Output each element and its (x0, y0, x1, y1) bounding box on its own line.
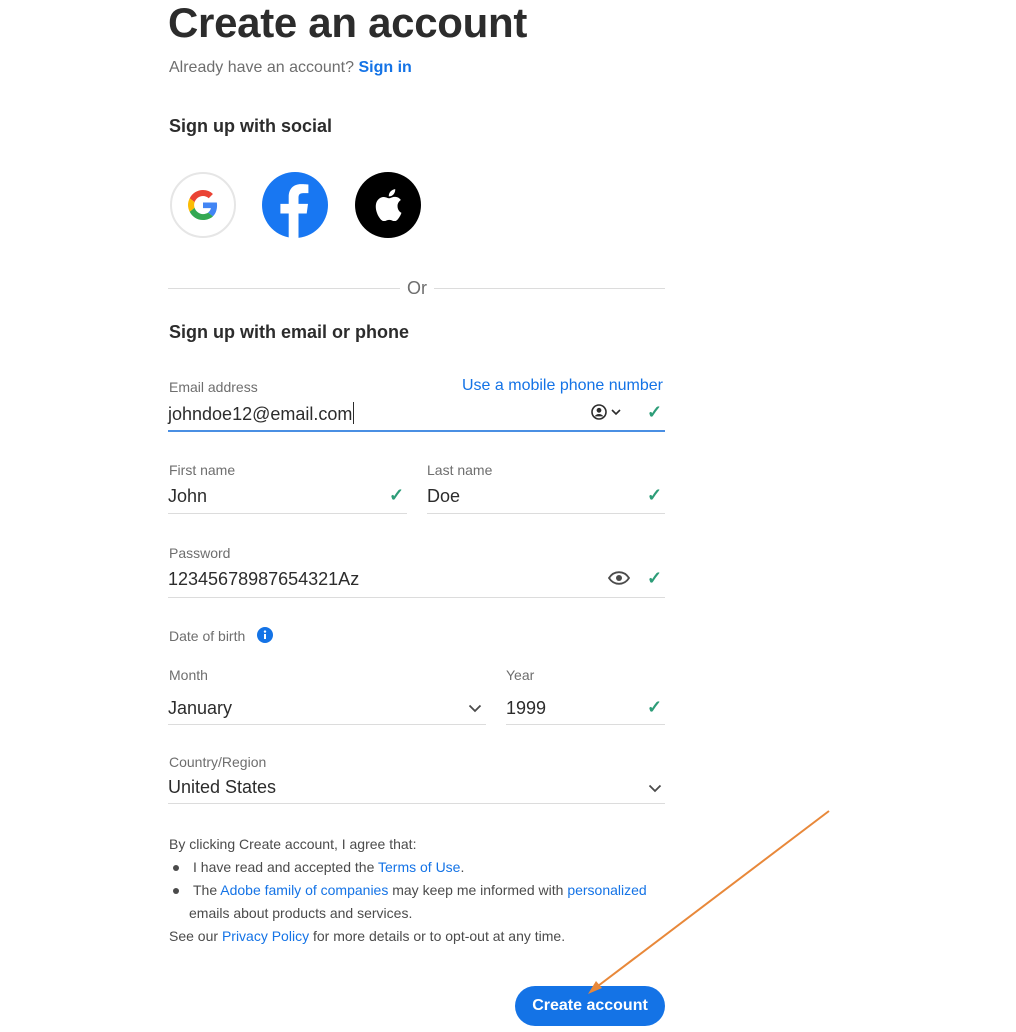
sign-in-link[interactable]: Sign in (358, 59, 411, 76)
create-account-button[interactable]: Create account (515, 986, 665, 1026)
chevron-down-icon (611, 408, 621, 415)
last-name-underline (427, 513, 665, 514)
check-icon: ✓ (647, 568, 663, 588)
google-signup-button[interactable] (170, 172, 236, 238)
last-name-label: Last name (427, 462, 493, 478)
dob-label: Date of birth (169, 628, 246, 644)
year-underline (506, 724, 665, 725)
month-select[interactable]: January (168, 692, 486, 724)
legal-bullet-terms: I have read and accepted the Terms of Us… (169, 856, 647, 879)
first-name-field[interactable]: John (168, 486, 207, 507)
check-icon: ✓ (647, 485, 663, 505)
bullet-dot (173, 888, 179, 895)
show-password-button[interactable] (607, 571, 631, 590)
legal-intro: By clicking Create account, I agree that… (169, 836, 417, 852)
country-select[interactable]: United States (168, 770, 665, 802)
first-name-underline (168, 513, 407, 514)
first-name-label: First name (169, 462, 236, 478)
facebook-icon (280, 184, 309, 238)
eye-icon (607, 571, 631, 585)
apple-icon (375, 189, 402, 221)
bullet-dot (173, 865, 179, 872)
check-icon: ✓ (647, 402, 663, 422)
text-caret (353, 402, 355, 424)
account-circle-icon (591, 404, 607, 420)
signin-row: Already have an account? Sign in (169, 58, 412, 78)
password-label: Password (169, 545, 231, 561)
check-icon: ✓ (647, 697, 663, 717)
legal-text: By clicking Create account, I agree that… (169, 833, 647, 948)
year-label: Year (506, 667, 535, 683)
country-underline (168, 803, 665, 804)
password-field[interactable]: 12345678987654321Az (168, 569, 359, 590)
or-divider: Or (400, 278, 434, 299)
legal-privacy-line: See our Privacy Policy for more details … (169, 928, 566, 944)
last-name-field[interactable]: Doe (427, 486, 460, 507)
facebook-signup-button[interactable] (262, 172, 328, 238)
month-label: Month (169, 667, 208, 683)
social-heading: Sign up with social (169, 116, 333, 136)
account-menu-button[interactable] (591, 404, 621, 420)
personalized-link[interactable]: personalized (567, 882, 646, 898)
use-phone-link[interactable]: Use a mobile phone number (462, 377, 663, 395)
email-field[interactable]: johndoe12@email.com (168, 402, 355, 425)
country-label: Country/Region (169, 754, 267, 770)
have-account-text: Already have an account? (169, 59, 355, 76)
month-value: January (168, 698, 233, 718)
legal-bullet-adobe: The Adobe family of companies may keep m… (169, 879, 647, 902)
adobe-family-link[interactable]: Adobe family of companies (220, 882, 388, 898)
country-value: United States (168, 777, 277, 797)
password-underline (168, 597, 665, 598)
email-label: Email address (169, 379, 258, 395)
google-icon (188, 190, 218, 220)
email-section-heading: Sign up with email or phone (169, 322, 410, 342)
apple-signup-button[interactable] (355, 172, 421, 238)
email-underline (168, 430, 665, 432)
info-icon (257, 627, 273, 643)
legal-bullet-adobe-cont: emails about products and services. (189, 905, 413, 921)
dob-info-button[interactable] (257, 627, 273, 648)
chevron-down-icon (648, 784, 662, 793)
page-title: Create an account (168, 0, 528, 46)
year-field[interactable]: 1999 (506, 698, 546, 719)
check-icon: ✓ (389, 485, 405, 505)
chevron-down-icon (468, 704, 482, 713)
privacy-policy-link[interactable]: Privacy Policy (222, 928, 309, 944)
month-underline (168, 724, 486, 725)
terms-of-use-link[interactable]: Terms of Use (378, 859, 460, 875)
